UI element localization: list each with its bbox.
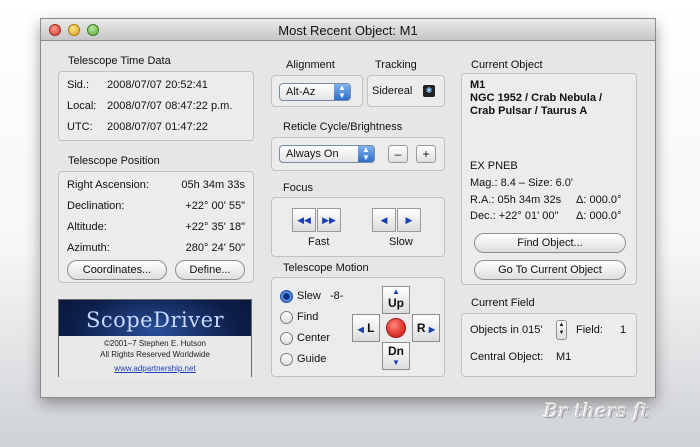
object-id: M1 xyxy=(470,79,486,91)
reticle-popup[interactable]: Always On ▲ ▼ xyxy=(279,145,375,163)
move-left-button[interactable]: ◀ L xyxy=(352,314,380,342)
central-object-label: Central Object: xyxy=(470,351,544,363)
find-label: Find xyxy=(297,311,319,323)
main-window: Most Recent Object: M1 Telescope Time Da… xyxy=(40,18,656,398)
focus-group: ◀◀ ▶▶ Fast ◀ ▶ Slow xyxy=(271,197,445,257)
down-label: Dn xyxy=(388,344,404,358)
reticle-group: Always On ▲ ▼ – + xyxy=(271,137,445,171)
focus-title: Focus xyxy=(283,182,313,194)
logo-name: ScopeDriver xyxy=(85,308,225,332)
object-dec-delta: Δ: 000.0° xyxy=(576,210,622,222)
reticle-title: Reticle Cycle/Brightness xyxy=(283,121,403,133)
time-data-group: Sid.: 2008/07/07 20:52:41 Local: 2008/07… xyxy=(58,71,254,141)
scopedriver-logo: ScopeDriver ©2001–7 Stephen E. Hutson Al… xyxy=(58,299,252,378)
position-group: Right Ascension: 05h 34m 33s Declination… xyxy=(58,171,254,283)
center-label: Center xyxy=(297,332,331,344)
sid-value: 2008/07/07 20:52:41 xyxy=(107,79,208,91)
slow-label: Slow xyxy=(389,236,413,248)
define-button[interactable]: Define... xyxy=(175,260,245,280)
brothersoft-watermark: Br thers ft xyxy=(544,400,650,422)
altitude-label: Altitude: xyxy=(67,221,107,233)
objects-in-label: Objects in 015' xyxy=(470,324,543,336)
up-arrow-icon: ▲ xyxy=(392,287,400,296)
move-up-button[interactable]: ▲ Up xyxy=(382,286,410,314)
website-link[interactable]: www.adpartnership.net xyxy=(59,364,251,373)
current-object-title: Current Object xyxy=(471,59,543,71)
find-object-button[interactable]: Find Object... xyxy=(474,233,626,253)
alignment-popup[interactable]: Alt-Az ▲ ▼ xyxy=(279,83,351,101)
rate-value: -8- xyxy=(330,290,344,302)
altitude-value: +22° 35' 18" xyxy=(185,221,245,233)
object-ra-delta: Δ: 000.0° xyxy=(576,194,622,206)
dec-value: +22° 00' 55" xyxy=(185,200,245,212)
right-arrow-icon: ▶ xyxy=(428,325,436,334)
utc-label: UTC: xyxy=(67,121,93,133)
slew-radio[interactable] xyxy=(280,290,293,303)
alignment-group: Alt-Az ▲ ▼ xyxy=(271,75,363,107)
move-down-button[interactable]: Dn ▼ xyxy=(382,342,410,370)
sid-label: Sid.: xyxy=(67,79,90,91)
left-arrow-icon: ◀ xyxy=(357,325,364,334)
find-radio[interactable] xyxy=(280,311,293,324)
tracking-group: Sidereal ✱ xyxy=(367,75,445,107)
right-label: R xyxy=(416,321,426,335)
local-value: 2008/07/07 08:47:22 p.m. xyxy=(107,100,233,112)
central-object-value: M1 xyxy=(556,351,572,363)
tracking-indicator-icon[interactable]: ✱ xyxy=(423,85,435,97)
logo-rights: All Rights Reserved Worldwide xyxy=(100,350,210,359)
ra-label: Right Ascension: xyxy=(67,179,149,191)
tracking-value: Sidereal xyxy=(372,85,413,97)
motion-title: Telescope Motion xyxy=(283,262,369,274)
dec-label: Declination: xyxy=(67,200,125,212)
goto-object-button[interactable]: Go To Current Object xyxy=(474,260,626,280)
field-stepper[interactable]: ▲ ▼ xyxy=(556,320,567,340)
left-label: L xyxy=(367,321,375,335)
position-title: Telescope Position xyxy=(68,155,160,167)
coordinates-button[interactable]: Coordinates... xyxy=(67,260,167,280)
local-label: Local: xyxy=(67,100,97,112)
time-data-title: Telescope Time Data xyxy=(68,55,171,67)
popup-arrows-icon: ▲ ▼ xyxy=(358,146,374,162)
move-right-button[interactable]: R ▶ xyxy=(412,314,440,342)
guide-radio[interactable] xyxy=(280,353,293,366)
ra-value: 05h 34m 33s xyxy=(181,179,245,191)
down-arrow-icon: ▼ xyxy=(392,358,400,367)
reticle-value: Always On xyxy=(286,148,339,160)
azimuth-label: Azimuth: xyxy=(67,242,110,254)
focus-slow-out-button[interactable]: ▶ xyxy=(397,208,421,232)
current-field-title: Current Field xyxy=(471,297,535,309)
alignment-title: Alignment xyxy=(286,59,335,71)
logo-copyright: ©2001–7 Stephen E. Hutson xyxy=(104,339,206,348)
field-label: Field: xyxy=(576,324,603,336)
slew-label: Slew xyxy=(297,290,321,302)
brightness-minus-button[interactable]: – xyxy=(388,145,408,163)
stop-button[interactable] xyxy=(386,318,406,338)
focus-fast-out-button[interactable]: ▶▶ xyxy=(317,208,341,232)
object-names-2: Crab Pulsar / Taurus A xyxy=(470,105,588,117)
up-label: Up xyxy=(388,296,404,310)
object-dec: Dec.: +22° 01' 00" xyxy=(470,210,559,222)
fast-label: Fast xyxy=(308,236,330,248)
logo-info-strip: ©2001–7 Stephen E. Hutson All Rights Res… xyxy=(59,336,251,378)
brightness-plus-button[interactable]: + xyxy=(416,145,436,163)
object-ra: R.A.: 05h 34m 32s xyxy=(470,194,562,206)
title-bar[interactable]: Most Recent Object: M1 xyxy=(41,19,655,41)
field-value: 1 xyxy=(620,324,627,336)
focus-fast-in-button[interactable]: ◀◀ xyxy=(292,208,316,232)
motion-group: Slew -8- Find Center Guide ▲ Up ◀ L R ▶ … xyxy=(271,277,445,377)
object-mag-size: Mag.: 8.4 – Size: 6.0' xyxy=(470,177,573,189)
azimuth-value: 280° 24' 50" xyxy=(185,242,245,254)
object-type: EX PNEB xyxy=(470,160,518,172)
current-object-group: M1 NGC 1952 / Crab Nebula / Crab Pulsar … xyxy=(461,73,637,285)
guide-label: Guide xyxy=(297,353,327,365)
center-radio[interactable] xyxy=(280,332,293,345)
object-names-1: NGC 1952 / Crab Nebula / xyxy=(470,92,603,104)
current-field-group: Objects in 015' ▲ ▼ Field: 1 Central Obje… xyxy=(461,313,637,377)
alignment-value: Alt-Az xyxy=(286,86,316,98)
utc-value: 2008/07/07 01:47:22 xyxy=(107,121,208,133)
tracking-title: Tracking xyxy=(375,59,417,71)
popup-arrows-icon: ▲ ▼ xyxy=(334,84,350,100)
window-title: Most Recent Object: M1 xyxy=(278,23,418,38)
focus-slow-in-button[interactable]: ◀ xyxy=(372,208,396,232)
